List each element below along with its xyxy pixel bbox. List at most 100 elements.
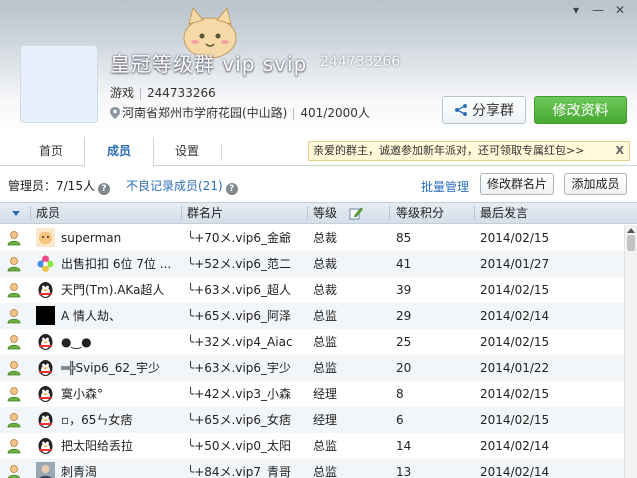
member-card: ╰+84メ.vip7_青哥: [187, 465, 292, 478]
member-role-icon: [7, 465, 21, 478]
member-name: 天門(Tm).AKa超人: [61, 283, 165, 297]
scroll-thumb[interactable]: [627, 235, 635, 251]
scroll-up-icon[interactable]: [627, 228, 635, 233]
window-controls: ▾ — ✕: [567, 2, 629, 18]
member-table-body: superman ╰+70メ.vip6_金爺 总裁 85 2014/02/15 出售扣扣 …: [0, 225, 624, 478]
column-points[interactable]: 等级积分: [396, 203, 444, 223]
help-icon[interactable]: ?: [97, 183, 110, 195]
member-row[interactable]: superman ╰+70メ.vip6_金爺 总裁 85 2014/02/15: [0, 225, 624, 251]
minimize-icon[interactable]: —: [589, 2, 607, 18]
member-list-scrollbar[interactable]: [624, 225, 637, 478]
member-name: 刺青渴: [61, 465, 98, 478]
tab-settings[interactable]: 设置: [154, 137, 220, 166]
member-role-icon: [7, 231, 21, 246]
admin-count: 管理员：7/15人?: [8, 177, 110, 195]
help-icon[interactable]: ?: [225, 183, 238, 195]
tab-home[interactable]: 首页: [18, 137, 84, 166]
member-last-speak: 2014/02/15: [480, 335, 550, 349]
member-row[interactable]: ●‿● ╰+32メ.vip4_Aiac 总监 25 2014/02/15: [0, 329, 624, 355]
member-level: 总裁: [313, 257, 338, 271]
member-level: 经理: [313, 387, 338, 401]
member-last-speak: 2014/02/14: [480, 309, 550, 323]
member-card: ╰+52メ.vip6_范二: [187, 257, 292, 271]
group-title: 皇冠等级群 vip svip: [110, 52, 308, 76]
bulk-manage-link[interactable]: 批量管理: [421, 178, 469, 195]
member-row[interactable]: ▫，65ㄣ女痞 ╰+65メ.vip6_女痞 经理 6 2014/02/15: [0, 407, 624, 433]
column-card[interactable]: 群名片: [187, 203, 223, 223]
bad-records-text: 不良记录成员(21): [126, 179, 223, 193]
member-row[interactable]: 刺青渴 ╰+84メ.vip7_青哥 总监 13 2014/02/14: [0, 459, 624, 478]
column-level[interactable]: 等级: [313, 203, 337, 223]
notice-text: 亲爱的群主，诚邀参加新年派对，还可领取专属红包>>: [313, 144, 585, 157]
black-avatar-icon: [36, 306, 55, 325]
column-last-speak[interactable]: 最后发言: [480, 203, 528, 223]
member-role-icon: [7, 257, 21, 272]
member-card: ╰+70メ.vip6_金爺: [187, 231, 292, 245]
member-points: 85: [396, 231, 412, 245]
member-card: ╰+63メ.vip6_超人: [187, 283, 292, 297]
member-role-icon: [7, 361, 21, 376]
member-row[interactable]: ═╬Svip6_62_宇少 ╰+63メ.vip6_宇少 总监 20 2014/01/22: [0, 355, 624, 381]
member-points: 20: [396, 361, 412, 375]
penguin-avatar-icon: [38, 412, 53, 428]
edit-card-button[interactable]: 修改群名片: [480, 173, 554, 195]
member-last-speak: 2014/02/15: [480, 413, 550, 427]
member-card: ╰+63メ.vip6_宇少: [187, 361, 292, 375]
tab-bar: 首页 成员 设置 亲爱的群主，诚邀参加新年派对，还可领取专属红包>> X: [0, 137, 637, 167]
notice-banner[interactable]: 亲爱的群主，诚邀参加新年派对，还可领取专属红包>> X: [308, 141, 630, 161]
member-name: 出售扣扣 6位 7位 ...: [61, 257, 172, 271]
member-row[interactable]: A 情人劫、 ╰+65メ.vip6_阿泽 总监 29 2014/02/14: [0, 303, 624, 329]
group-id-title: 244733266: [320, 54, 401, 70]
member-level: 总监: [313, 439, 338, 453]
group-info-line: 游戏 244733266: [110, 84, 216, 101]
add-member-button[interactable]: 添加成员: [564, 173, 627, 195]
notice-close-icon[interactable]: X: [616, 142, 624, 160]
penguin-avatar-icon: [38, 282, 53, 298]
member-card: ╰+65メ.vip6_阿泽: [187, 309, 292, 323]
member-row[interactable]: 出售扣扣 6位 7位 ... ╰+52メ.vip6_范二 总裁 41 2014/01/2…: [0, 251, 624, 277]
cat-avatar-icon: [36, 228, 55, 247]
skin-menu-icon[interactable]: ▾: [567, 2, 585, 18]
member-level: 经理: [313, 413, 338, 427]
share-group-button[interactable]: 分享群: [442, 96, 526, 124]
member-last-speak: 2014/02/15: [480, 231, 550, 245]
member-role-icon: [7, 387, 21, 402]
member-row[interactable]: 天門(Tm).AKa超人 ╰+63メ.vip6_超人 总裁 39 2014/02/15: [0, 277, 624, 303]
member-points: 6: [396, 413, 404, 427]
member-row[interactable]: 把太阳给丢拉 ╰+50メ.vip0_太阳 总监 14 2014/02/14: [0, 433, 624, 459]
member-last-speak: 2014/01/22: [480, 361, 550, 375]
member-last-speak: 2014/02/14: [480, 465, 550, 478]
edit-info-button[interactable]: 修改资料: [534, 96, 627, 124]
group-category: 游戏: [110, 86, 135, 100]
edit-level-icon[interactable]: [349, 206, 363, 220]
member-card: ╰+65メ.vip6_女痞: [187, 413, 292, 427]
member-role-icon: [7, 335, 21, 350]
member-toolbar: 管理员：7/15人? 不良记录成员(21)? 批量管理 修改群名片 添加成员: [0, 167, 637, 201]
close-icon[interactable]: ✕: [611, 2, 629, 18]
admin-count-text: 管理员：7/15人: [8, 179, 95, 193]
member-points: 41: [396, 257, 412, 271]
member-name: A 情人劫、: [61, 309, 122, 323]
member-name: superman: [61, 231, 122, 245]
member-level: 总裁: [313, 231, 338, 245]
group-capacity: 401/2000人: [300, 106, 370, 120]
tab-members[interactable]: 成员: [84, 137, 154, 167]
sort-dropdown-icon[interactable]: [12, 211, 20, 216]
member-row[interactable]: 寞小森° ╰+42メ.vip3_小森 经理 8 2014/02/15: [0, 381, 624, 407]
group-avatar[interactable]: [20, 45, 98, 123]
member-last-speak: 2014/02/15: [480, 387, 550, 401]
member-level: 总监: [313, 309, 338, 323]
member-name: 把太阳给丢拉: [61, 439, 134, 453]
bad-records-link[interactable]: 不良记录成员(21)?: [126, 177, 238, 195]
member-role-icon: [7, 309, 21, 324]
photo-avatar-icon: [36, 462, 55, 478]
member-name: ═╬Svip6_62_宇少: [61, 361, 161, 375]
member-role-icon: [7, 413, 21, 428]
penguin-avatar-icon: [38, 386, 53, 402]
member-role-icon: [7, 283, 21, 298]
group-header: ▾ — ✕ 皇冠等级群 vip svip 244733266 游戏 2447332…: [0, 0, 637, 135]
column-member[interactable]: 成员: [36, 203, 60, 223]
share-group-label: 分享群: [472, 103, 514, 119]
member-level: 总监: [313, 335, 338, 349]
member-role-icon: [7, 439, 21, 454]
